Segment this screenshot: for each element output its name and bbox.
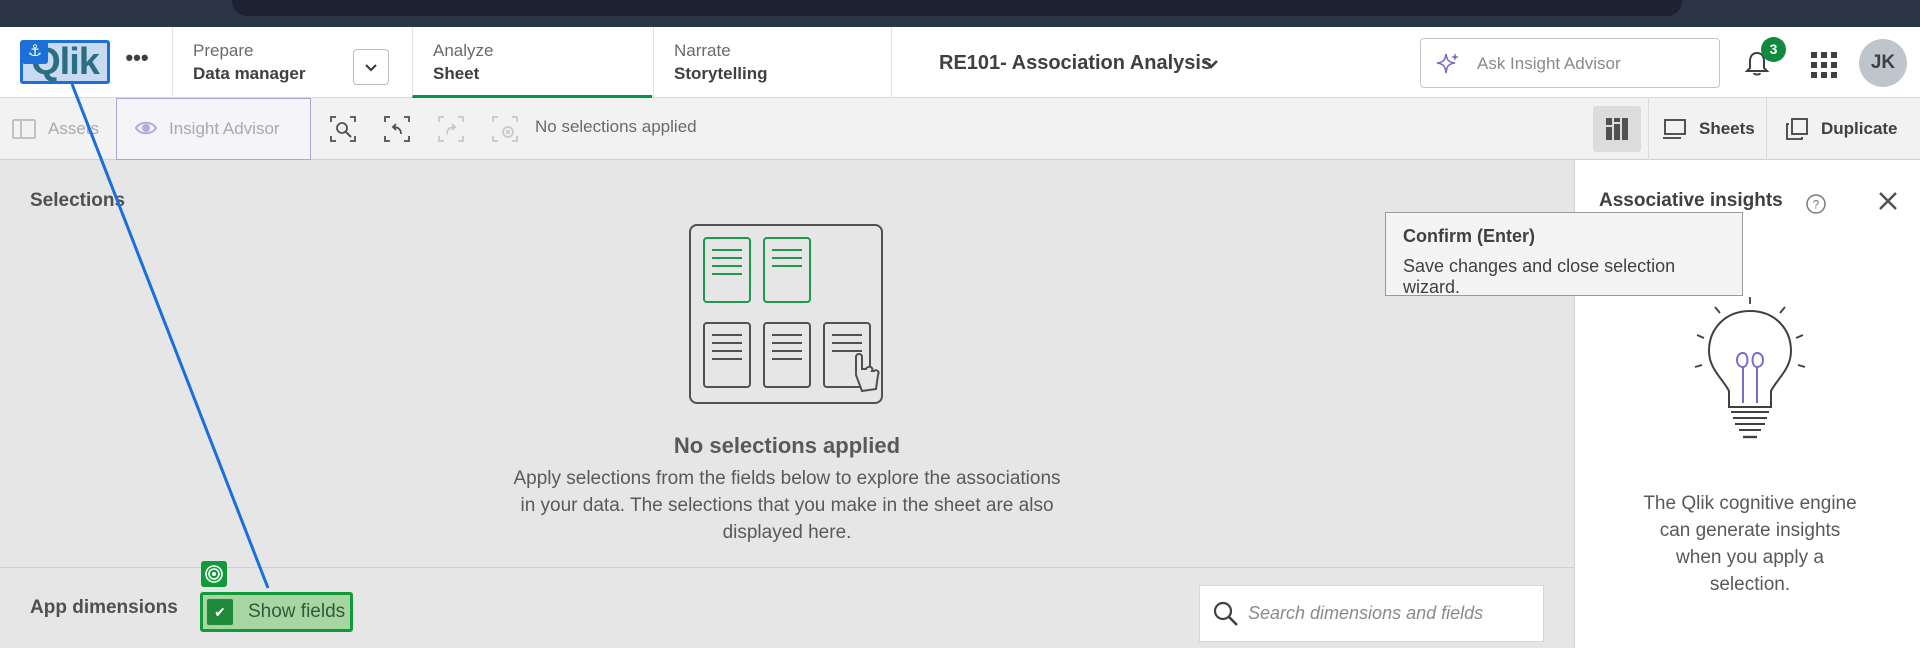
no-selections-illustration [689,224,883,404]
target-icon [201,561,227,587]
prepare-dropdown-button[interactable] [353,49,389,85]
selections-workspace: Selections No selections applied Apply s… [0,160,1574,648]
confirm-tooltip: Confirm (Enter) Save changes and close s… [1385,212,1743,297]
app-title[interactable]: RE101- Association Analysis [939,51,1212,75]
svg-text:?: ? [1813,198,1820,212]
top-nav: Qlik ⚓ ••• Prepare Data manager Analyze … [0,27,1920,98]
layout-toggle-button[interactable] [1593,106,1641,152]
more-menu-button[interactable]: ••• [122,47,152,77]
insight-eye-icon [135,121,157,135]
sheets-label: Sheets [1699,119,1755,138]
empty-state-description: Apply selections from the fields below t… [513,468,1061,543]
browser-address-bar[interactable] [232,0,1682,16]
assets-button[interactable]: Assets [12,98,99,160]
show-fields-label: Show fields [248,601,346,622]
app-dimensions-heading: App dimensions [30,597,178,618]
lightbulb-icon [1694,297,1806,439]
anchor-icon: ⚓ [22,40,48,64]
selections-status-text: No selections applied [535,117,697,136]
insight-advisor-button[interactable]: Insight Advisor [116,98,311,160]
duplicate-button[interactable]: Duplicate [1766,98,1920,160]
sheets-icon [1663,119,1686,139]
clear-selections-icon[interactable] [491,115,519,143]
section-divider [0,567,1574,568]
sparkle-icon [1436,53,1459,74]
tooltip-title: Confirm (Enter) [1403,226,1535,246]
duplicate-icon [1786,118,1808,140]
search-dimensions-input[interactable]: Search dimensions and fields [1199,585,1544,642]
ask-insight-advisor-input[interactable]: Ask Insight Advisor [1420,38,1720,88]
chevron-down-icon[interactable] [1200,53,1222,75]
apps-grid-icon[interactable] [1811,52,1837,78]
panel-description: The Qlik cognitive engine can generate i… [1643,493,1857,595]
search-icon [1213,601,1238,626]
notification-badge: 3 [1761,37,1786,62]
divider [891,27,892,98]
app-window: Qlik ⚓ ••• Prepare Data manager Analyze … [0,0,1920,648]
tab-analyze-label: Analyze [433,41,494,60]
check-icon: ✔ [207,599,233,625]
layout-icon [1606,118,1628,140]
ask-placeholder: Ask Insight Advisor [1477,54,1621,73]
assets-panel-icon [12,119,36,139]
duplicate-label: Duplicate [1821,119,1898,138]
tab-analyze-value: Sheet [433,64,480,83]
selections-heading: Selections [30,190,126,211]
assets-label: Assets [48,119,100,138]
browser-strip [0,0,1920,27]
sheet-toolbar: Assets Insight Advisor No selections app… [0,98,1920,160]
tooltip-body: Save changes and close selection wizard. [1403,256,1676,297]
help-icon[interactable]: ? [1805,193,1827,215]
tab-narrate-label: Narrate [674,41,731,60]
show-fields-toggle[interactable]: ✔ Show fields [200,592,353,632]
insight-advisor-label: Insight Advisor [169,119,280,138]
panel-title: Associative insights [1599,190,1783,211]
chevron-down-icon [365,64,377,72]
sheets-button[interactable]: Sheets [1648,98,1766,160]
close-icon[interactable] [1875,188,1901,214]
avatar[interactable]: JK [1859,39,1907,87]
search-placeholder: Search dimensions and fields [1248,603,1484,623]
tab-narrate-value: Storytelling [674,64,768,83]
step-forward-icon[interactable] [437,115,465,143]
tab-narrate[interactable]: Narrate Storytelling [653,27,891,98]
empty-state-title: No selections applied [673,433,901,458]
tab-analyze[interactable]: Analyze Sheet [412,27,652,98]
step-back-icon[interactable] [383,115,411,143]
smart-search-icon[interactable] [329,115,357,143]
